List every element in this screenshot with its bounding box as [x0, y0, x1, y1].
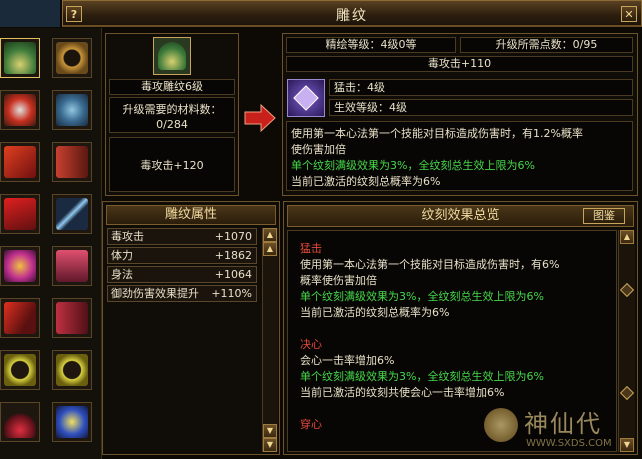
armor-icon — [4, 250, 36, 282]
top-left-corner — [0, 0, 60, 27]
cape-icon — [4, 302, 36, 334]
necklace-icon — [4, 354, 36, 386]
desc-line: 使伤害加倍 — [291, 143, 346, 156]
summary-line: 猛击 — [300, 242, 322, 255]
summary-line: 单个纹刻满级效果为3%，全纹刻总生效上限为6% — [300, 370, 544, 383]
sash-icon — [4, 198, 36, 230]
attributes-scrollbar[interactable]: ▲ ▲ ▼ ▼ — [262, 228, 278, 452]
item-slot[interactable] — [0, 298, 40, 338]
scroll-thumb[interactable] — [619, 385, 635, 401]
item-slot[interactable] — [52, 298, 92, 338]
attribute-value: +110% — [211, 287, 252, 300]
ring-icon — [56, 42, 88, 74]
boots-icon — [56, 302, 88, 334]
glove-icon — [56, 250, 88, 282]
summary-line: 当前已激活的纹刻总概率为6% — [300, 306, 450, 319]
scroll-down-icon[interactable]: ▼ — [263, 424, 277, 438]
fan-icon — [158, 42, 186, 70]
skill-name: 猛击：4级 — [329, 79, 633, 96]
item-slot[interactable] — [0, 402, 40, 442]
fan-icon — [4, 42, 36, 74]
summary-line: 单个纹刻满级效果为3%，全纹刻总生效上限为6% — [300, 290, 544, 303]
attribute-value: +1070 — [214, 230, 252, 243]
skill-gem-icon — [293, 85, 319, 111]
desc-line: 使用第一本心法第一个技能对目标造成伤害时，有1.2%概率 — [291, 127, 583, 140]
item-slot[interactable] — [52, 90, 92, 130]
summary-line: 决心 — [300, 338, 322, 351]
item-slot[interactable] — [52, 402, 92, 442]
carving-name: 毒攻雕纹6级 — [109, 79, 235, 95]
summary-line: 使用第一本心法第一个技能对目标造成伤害时，有6% — [300, 258, 560, 271]
item-slot[interactable] — [52, 38, 92, 78]
attributes-title: 雕纹属性 — [106, 205, 276, 225]
attribute-row: 身法 +1064 — [107, 266, 257, 283]
summary-line: 当前已激活的纹刻共使会心一击率增加6% — [300, 386, 505, 399]
item-slot[interactable] — [52, 142, 92, 182]
scroll-up-icon[interactable]: ▲ — [263, 242, 277, 256]
scroll-up-icon[interactable]: ▲ — [620, 230, 634, 244]
attribute-name: 身法 — [111, 268, 133, 281]
materials-box: 升级需要的材料数： 0/284 — [109, 97, 235, 133]
title-bar: ? 雕纹 ✕ — [62, 0, 642, 27]
watermark: 神仙代 WWW.SXDS.COM — [480, 400, 640, 456]
attribute-name: 御劲伤害效果提升 — [111, 287, 199, 300]
summary-title: 纹刻效果总览 — [287, 205, 634, 227]
summary-line: 概率使伤害加倍 — [300, 274, 377, 287]
desc-line: 当前已激活的纹刻总概率为6% — [291, 175, 441, 188]
attribute-name: 毒攻击 — [111, 230, 144, 243]
window-title: 雕纹 — [336, 8, 368, 24]
upgrade-arrow-icon — [244, 104, 276, 132]
current-carving-panel: 毒攻雕纹6级 升级需要的材料数： 0/284 毒攻击+120 — [105, 33, 239, 196]
skill-slot[interactable] — [287, 79, 325, 117]
watermark-url: WWW.SXDS.COM — [526, 438, 612, 449]
refine-level: 精绘等级：4级0等 — [286, 37, 456, 53]
item-slot[interactable] — [0, 38, 40, 78]
hat-icon — [4, 146, 36, 178]
item-grid — [0, 28, 102, 459]
upgrade-stat: 毒攻击+110 — [286, 56, 633, 72]
item-slot[interactable] — [52, 194, 92, 234]
watermark-brand: 神仙代 — [524, 410, 602, 438]
upgrade-preview-panel: 精绘等级：4级0等 升级所需点数：0/95 毒攻击+110 猛击：4级 生效等级… — [282, 33, 638, 196]
materials-label: 升级需要的材料数： — [122, 103, 222, 116]
item-slot[interactable] — [52, 246, 92, 286]
attributes-panel: 雕纹属性 毒攻击 +1070 体力 +1862 身法 +1064 御劲伤害效果提… — [102, 201, 280, 455]
scroll-up-icon[interactable]: ▲ — [263, 228, 277, 242]
item-slot[interactable] — [0, 350, 40, 390]
attribute-value: +1862 — [214, 249, 252, 262]
desc-line: 单个纹刻满级效果为3%，全纹刻总生效上限为6% — [291, 159, 535, 172]
scroll-down-icon[interactable]: ▼ — [263, 438, 277, 452]
attribute-row: 御劲伤害效果提升 +110% — [107, 285, 257, 302]
mask-icon — [4, 94, 36, 126]
item-slot[interactable] — [0, 90, 40, 130]
upgrade-description: 使用第一本心法第一个技能对目标造成伤害时，有1.2%概率 使伤害加倍 单个纹刻满… — [286, 121, 633, 191]
summary-line: 会心一击率增加6% — [300, 354, 395, 367]
item-slot[interactable] — [0, 246, 40, 286]
attribute-name: 体力 — [111, 249, 133, 262]
bracer-icon — [56, 146, 88, 178]
attribute-row: 毒攻击 +1070 — [107, 228, 257, 245]
points-needed: 升级所需点数：0/95 — [460, 37, 633, 53]
gallery-button[interactable]: 图鉴 — [583, 208, 625, 224]
item-slot[interactable] — [0, 142, 40, 182]
current-carving-slot[interactable] — [153, 37, 191, 75]
necklace-icon — [56, 354, 88, 386]
item-slot[interactable] — [52, 350, 92, 390]
feather-icon — [56, 198, 88, 230]
attribute-row: 体力 +1862 — [107, 247, 257, 264]
amulet-icon — [4, 406, 36, 438]
close-button[interactable]: ✕ — [621, 6, 637, 22]
current-stat: 毒攻击+120 — [109, 137, 235, 192]
bracelet-icon — [56, 94, 88, 126]
jewel-icon — [56, 406, 88, 438]
materials-value: 0/284 — [156, 118, 188, 131]
summary-line — [300, 321, 559, 337]
effect-level: 生效等级：4级 — [329, 99, 633, 116]
watermark-logo — [484, 408, 518, 442]
item-slot[interactable] — [0, 194, 40, 234]
attribute-value: +1064 — [214, 268, 252, 281]
scroll-thumb[interactable] — [619, 282, 635, 298]
